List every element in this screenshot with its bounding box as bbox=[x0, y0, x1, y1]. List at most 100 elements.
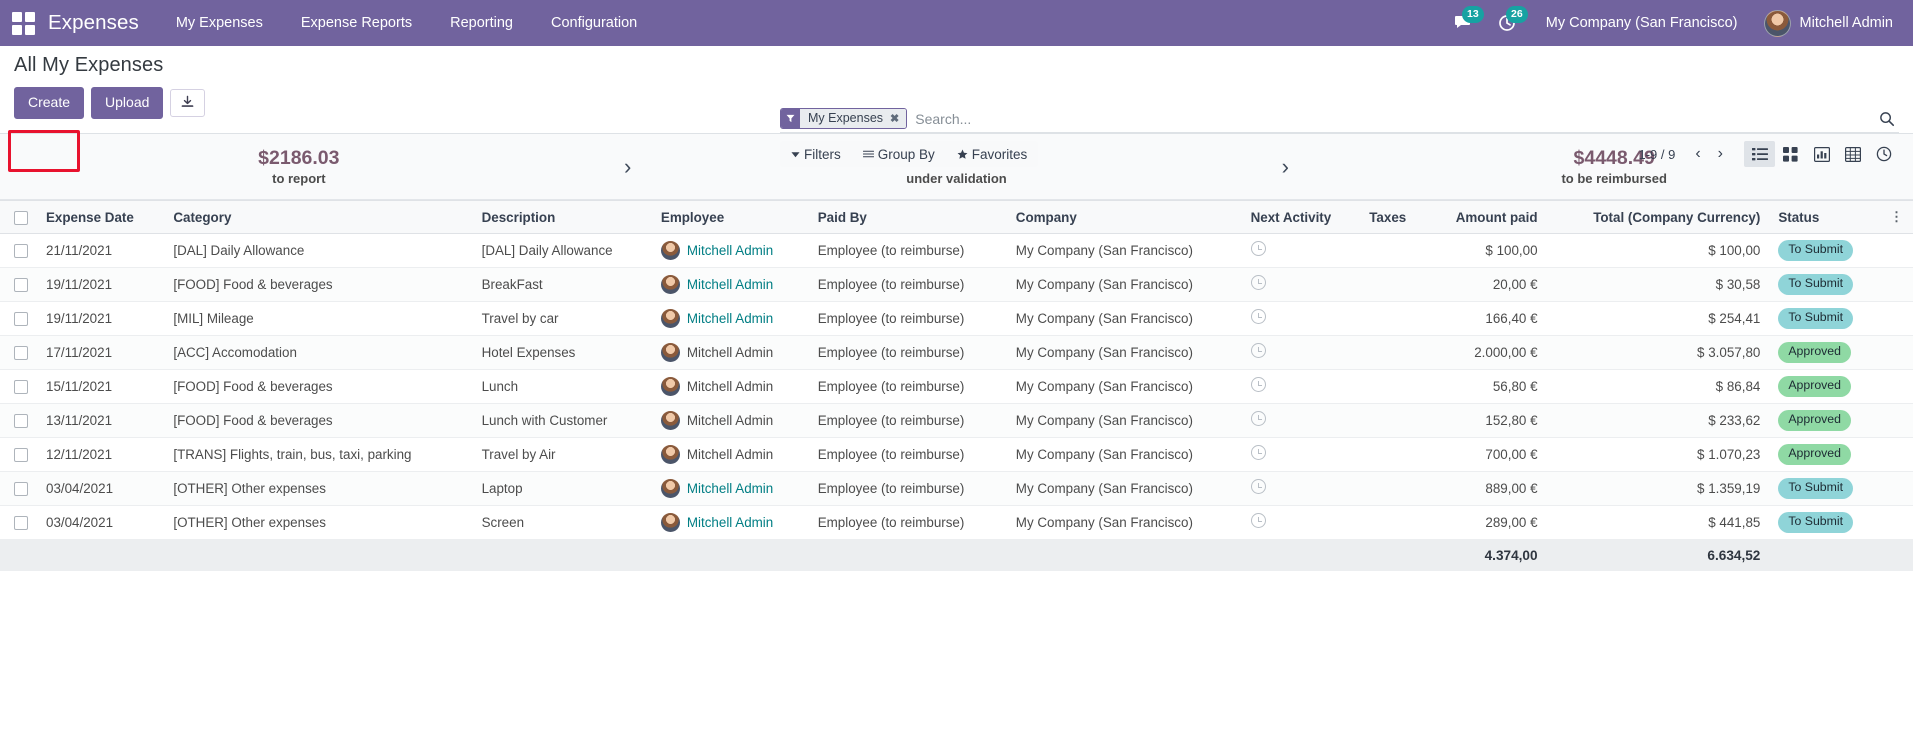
activity-clock-icon[interactable] bbox=[1250, 309, 1266, 325]
cell-paid-by: Employee (to reimburse) bbox=[808, 301, 1007, 336]
list-view-icon[interactable] bbox=[1744, 141, 1775, 167]
pager-next-button[interactable]: › bbox=[1711, 146, 1730, 162]
row-checkbox[interactable] bbox=[14, 380, 28, 395]
column-next-activity[interactable]: Next Activity bbox=[1241, 200, 1361, 234]
cell-employee-name: Mitchell Admin bbox=[686, 446, 774, 462]
totals-spacer bbox=[1241, 538, 1361, 571]
row-checkbox[interactable] bbox=[14, 448, 28, 463]
pivot-view-icon[interactable] bbox=[1837, 141, 1868, 167]
totals-spacer bbox=[1881, 538, 1913, 571]
download-button[interactable] bbox=[170, 88, 206, 117]
status-badge: To Submit bbox=[1778, 240, 1854, 261]
menu-item-expense-reports[interactable]: Expense Reports bbox=[282, 0, 431, 46]
cell-employee: Mitchell Admin bbox=[651, 369, 809, 404]
select-all-checkbox[interactable] bbox=[14, 210, 28, 225]
cell-next-activity[interactable] bbox=[1241, 233, 1361, 268]
activity-clock-icon[interactable] bbox=[1250, 411, 1266, 427]
table-row[interactable]: 17/11/2021 [ACC] Accomodation Hotel Expens… bbox=[0, 335, 1913, 370]
cell-next-activity[interactable] bbox=[1241, 437, 1361, 472]
row-checkbox[interactable] bbox=[14, 414, 28, 429]
column-taxes[interactable]: Taxes bbox=[1360, 200, 1427, 234]
totals-total-company-currency: 6.634,52 bbox=[1546, 538, 1770, 571]
cell-next-activity[interactable] bbox=[1241, 403, 1361, 438]
column-employee[interactable]: Employee bbox=[651, 200, 809, 234]
row-checkbox[interactable] bbox=[14, 312, 28, 327]
activity-clock-icon[interactable] bbox=[1250, 445, 1266, 461]
row-checkbox[interactable] bbox=[14, 278, 28, 293]
messages-menu[interactable]: 13 bbox=[1442, 0, 1486, 46]
magnifier-icon bbox=[1880, 112, 1895, 127]
row-checkbox[interactable] bbox=[14, 516, 28, 531]
cell-row-options bbox=[1881, 301, 1913, 336]
cell-description: Travel by Air bbox=[472, 437, 652, 472]
upload-button[interactable]: Upload bbox=[91, 87, 164, 119]
activity-clock-icon[interactable] bbox=[1250, 513, 1266, 529]
menu-item-reporting[interactable]: Reporting bbox=[431, 0, 532, 46]
favorites-dropdown[interactable]: Favorites bbox=[946, 141, 1039, 167]
column-status[interactable]: Status bbox=[1769, 200, 1881, 234]
column-description[interactable]: Description bbox=[472, 200, 652, 234]
table-row[interactable]: 03/04/2021 [OTHER] Other expenses Screen Mi… bbox=[0, 505, 1913, 540]
graph-view-icon[interactable] bbox=[1806, 141, 1837, 167]
user-menu[interactable]: Mitchell Admin bbox=[1754, 0, 1899, 46]
activity-view-icon[interactable] bbox=[1868, 141, 1899, 167]
avatar bbox=[660, 240, 680, 260]
cell-next-activity[interactable] bbox=[1241, 267, 1361, 302]
summary-arrow-icon: › bbox=[624, 153, 632, 179]
column-category[interactable]: Category bbox=[164, 200, 473, 234]
company-switcher[interactable]: My Company (San Francisco) bbox=[1530, 0, 1754, 46]
search-facet-label-wrap: My Expenses ✖ bbox=[800, 108, 907, 128]
table-row[interactable]: 15/11/2021 [FOOD] Food & beverages Lunch Mi… bbox=[0, 369, 1913, 404]
column-company[interactable]: Company bbox=[1006, 200, 1242, 234]
activity-clock-icon[interactable] bbox=[1250, 275, 1266, 291]
activity-clock-icon[interactable] bbox=[1250, 377, 1266, 393]
menu-item-configuration[interactable]: Configuration bbox=[532, 0, 656, 46]
row-checkbox[interactable] bbox=[14, 482, 28, 497]
cell-category: [FOOD] Food & beverages bbox=[164, 267, 473, 302]
activities-menu[interactable]: 26 bbox=[1486, 0, 1530, 46]
search-submit-button[interactable] bbox=[1871, 111, 1899, 127]
cell-next-activity[interactable] bbox=[1241, 369, 1361, 404]
close-x-icon[interactable]: ✖ bbox=[890, 112, 899, 125]
kanban-view-icon[interactable] bbox=[1775, 141, 1806, 167]
table-row[interactable]: 19/11/2021 [MIL] Mileage Travel by car Mitc… bbox=[0, 301, 1913, 336]
activity-clock-icon[interactable] bbox=[1250, 479, 1266, 495]
cell-next-activity[interactable] bbox=[1241, 301, 1361, 336]
filters-dropdown[interactable]: Filters bbox=[780, 141, 852, 167]
cell-company: My Company (San Francisco) bbox=[1006, 335, 1242, 370]
apps-grid-icon[interactable] bbox=[10, 10, 36, 36]
breadcrumb: All My Expenses bbox=[14, 54, 164, 76]
table-row[interactable]: 19/11/2021 [FOOD] Food & beverages BreakFa… bbox=[0, 267, 1913, 302]
cell-next-activity[interactable] bbox=[1241, 335, 1361, 370]
cell-taxes bbox=[1360, 369, 1427, 404]
row-checkbox[interactable] bbox=[14, 346, 28, 361]
activity-clock-icon[interactable] bbox=[1250, 241, 1266, 257]
cell-row-options bbox=[1881, 335, 1913, 370]
group-by-dropdown[interactable]: Group By bbox=[852, 141, 946, 167]
cell-next-activity[interactable] bbox=[1241, 471, 1361, 506]
cell-next-activity[interactable] bbox=[1241, 505, 1361, 540]
cell-status: To Submit bbox=[1769, 233, 1881, 268]
table-row[interactable]: 21/11/2021 [DAL] Daily Allowance [DAL] Dai… bbox=[0, 233, 1913, 268]
pager-previous-button[interactable]: ‹ bbox=[1688, 146, 1707, 162]
column-total-company-currency[interactable]: Total (Company Currency) bbox=[1546, 200, 1770, 234]
table-row[interactable]: 12/11/2021 [TRANS] Flights, train, bus, t… bbox=[0, 437, 1913, 472]
activity-clock-icon[interactable] bbox=[1250, 343, 1266, 359]
column-paid-by[interactable]: Paid By bbox=[808, 200, 1007, 234]
apps-grid-square bbox=[24, 24, 35, 35]
column-options-icon[interactable]: ⋮ bbox=[1890, 209, 1904, 224]
cell-taxes bbox=[1360, 267, 1427, 302]
table-row[interactable]: 03/04/2021 [OTHER] Other expenses Laptop Mi… bbox=[0, 471, 1913, 506]
avatar bbox=[660, 274, 680, 294]
search-facet-my-expenses[interactable]: My Expenses ✖ bbox=[780, 107, 908, 129]
column-amount-paid[interactable]: Amount paid bbox=[1426, 200, 1547, 234]
search-input[interactable] bbox=[907, 108, 1871, 130]
column-expense-date[interactable]: Expense Date bbox=[37, 200, 165, 234]
create-button[interactable]: Create bbox=[14, 87, 85, 119]
list-lines-icon bbox=[862, 150, 874, 158]
table-row[interactable]: 13/11/2021 [FOOD] Food & beverages Lunch w… bbox=[0, 403, 1913, 438]
search-options-group: Filters Group By Favorites bbox=[780, 141, 1039, 167]
row-checkbox[interactable] bbox=[14, 244, 28, 259]
app-brand-expenses[interactable]: Expenses bbox=[44, 11, 157, 35]
menu-item-my-expenses[interactable]: My Expenses bbox=[157, 0, 282, 46]
